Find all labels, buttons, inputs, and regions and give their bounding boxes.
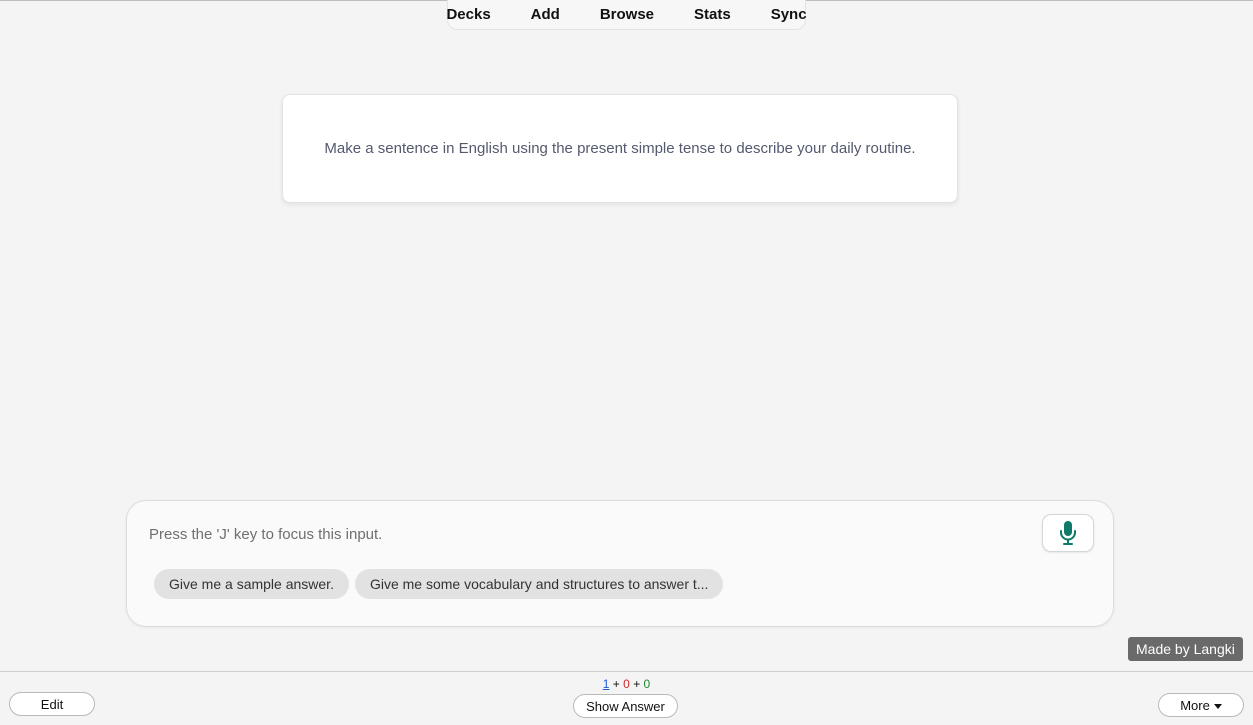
suggestion-vocabulary[interactable]: Give me some vocabulary and structures t… — [354, 569, 724, 599]
count-separator: + — [633, 677, 641, 691]
microphone-icon — [1060, 521, 1076, 545]
more-button[interactable]: More — [1158, 693, 1244, 717]
chat-panel: Give me a sample answer. Give me some vo… — [126, 500, 1114, 627]
count-separator: + — [612, 677, 620, 691]
nav-browse[interactable]: Browse — [580, 0, 674, 30]
edit-button[interactable]: Edit — [9, 692, 95, 716]
review-count: 0 — [643, 677, 651, 691]
nav-stats[interactable]: Stats — [674, 0, 751, 30]
microphone-button[interactable] — [1042, 514, 1094, 552]
made-by-badge[interactable]: Made by Langki — [1128, 637, 1243, 661]
question-prompt: Make a sentence in English using the pre… — [324, 140, 916, 157]
learn-count: 0 — [623, 677, 630, 691]
nav-decks[interactable]: Decks — [446, 0, 510, 30]
bottom-bar: 1 + 0 + 0 Edit Show Answer More — [0, 671, 1253, 725]
show-answer-button[interactable]: Show Answer — [573, 694, 678, 718]
top-nav: Decks Add Browse Stats Sync — [446, 0, 807, 30]
nav-sync[interactable]: Sync — [751, 0, 807, 30]
suggestion-chips: Give me a sample answer. Give me some vo… — [154, 569, 724, 599]
review-counts: 1 + 0 + 0 — [0, 677, 1253, 691]
new-count: 1 — [602, 677, 610, 691]
chat-input[interactable] — [149, 521, 1029, 547]
suggestion-sample-answer[interactable]: Give me a sample answer. — [154, 569, 349, 599]
caret-down-icon — [1213, 704, 1222, 710]
question-card: Make a sentence in English using the pre… — [282, 94, 958, 203]
nav-add[interactable]: Add — [511, 0, 580, 30]
more-label: More — [1180, 698, 1210, 713]
